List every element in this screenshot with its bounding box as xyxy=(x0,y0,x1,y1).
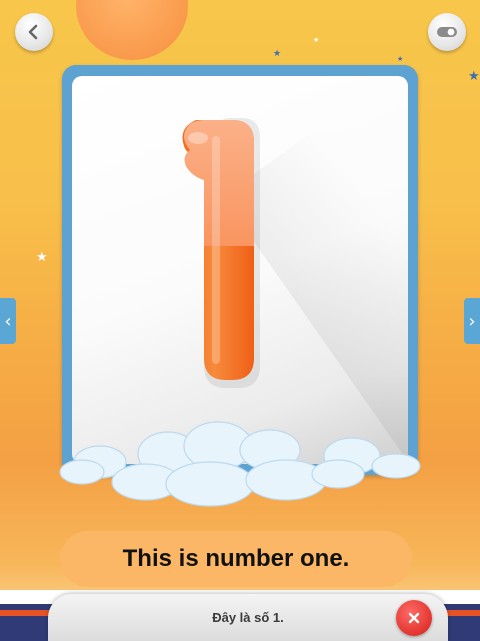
star-decoration: ★ xyxy=(36,250,48,265)
close-icon xyxy=(408,612,420,624)
chevron-left-icon xyxy=(28,24,38,40)
flash-card[interactable] xyxy=(72,76,408,464)
back-button[interactable] xyxy=(15,13,53,51)
toggle-icon xyxy=(437,27,457,37)
star-decoration: ★ xyxy=(397,55,404,63)
sun-decoration xyxy=(76,0,188,60)
subtitle-bar: Đây là số 1. xyxy=(48,594,448,641)
chevron-left-icon: ‹ xyxy=(4,310,12,332)
number-one-graphic xyxy=(182,118,260,388)
cloud-decoration xyxy=(59,421,421,507)
previous-card-button[interactable]: ‹ xyxy=(0,298,16,344)
close-button[interactable] xyxy=(396,600,432,636)
caption-text: This is number one. xyxy=(122,545,350,572)
star-decoration: ★ xyxy=(313,36,320,44)
star-decoration: ★ xyxy=(468,69,480,84)
subtitle-text: Đây là số 1. xyxy=(212,610,284,625)
chevron-right-icon: › xyxy=(468,310,476,332)
next-card-button[interactable]: › xyxy=(464,298,480,344)
caption-bubble: This is number one. xyxy=(60,531,412,587)
star-decoration: ★ xyxy=(273,49,282,59)
settings-toggle-button[interactable] xyxy=(428,13,466,51)
